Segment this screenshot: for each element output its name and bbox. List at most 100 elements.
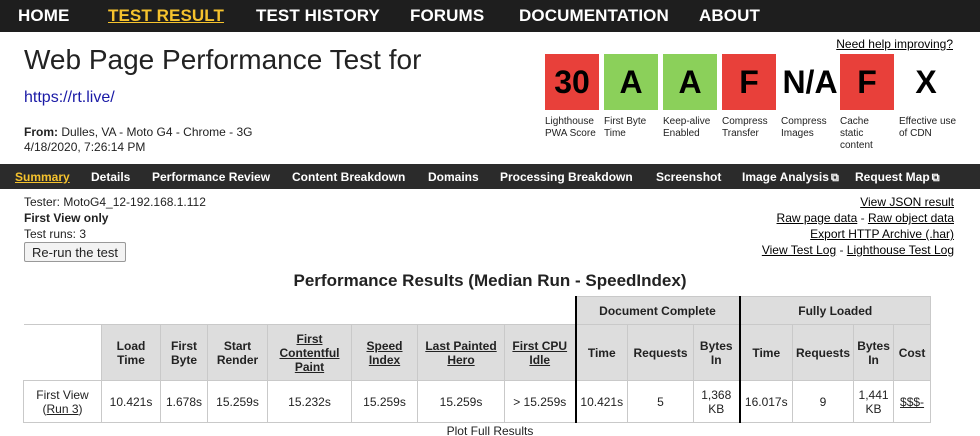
raw-object-data-link[interactable]: Raw object data (868, 211, 954, 225)
view-test-log-link[interactable]: View Test Log (762, 243, 836, 257)
rerun-test-button[interactable]: Re-run the test (24, 242, 126, 262)
cell-fl-bytes: 1,441 KB (853, 380, 895, 423)
view-json-link[interactable]: View JSON result (860, 195, 954, 209)
result-links: View JSON result Raw page data - Raw obj… (762, 194, 954, 258)
grade-label-first-byte: First Byte Time (604, 116, 647, 139)
col-cost: Cost (893, 324, 932, 381)
tab-performance-review[interactable]: Performance Review (152, 170, 270, 184)
cell-first-byte: 1.678s (160, 380, 208, 423)
tab-content-breakdown[interactable]: Content Breakdown (292, 170, 405, 184)
first-view-only: First View only (24, 211, 109, 225)
page-title: Web Page Performance Test for (24, 44, 422, 75)
grade-label-compress-transfer: Compress Transfer (722, 116, 768, 139)
col-dc-time: Time (574, 324, 628, 381)
plot-full-results-link[interactable]: Plot Full Results (0, 424, 980, 436)
col-speed-index-label[interactable]: Speed Index (366, 339, 402, 367)
tab-summary[interactable]: Summary (15, 170, 70, 184)
nav-about[interactable]: ABOUT (699, 6, 760, 26)
tester-info: Tester: MotoG4_12-192.168.1.112 (24, 195, 206, 209)
column-header-row: Load Time First Byte Start Render First … (23, 324, 932, 381)
from-label: From: (24, 125, 58, 139)
col-cpu-idle-label[interactable]: First CPU Idle (512, 339, 567, 367)
separator: - (836, 243, 847, 257)
test-date: 4/18/2020, 7:26:14 PM (24, 140, 146, 154)
tab-image-analysis[interactable]: Image Analysis ⧉ (742, 170, 839, 185)
cell-dc-requests: 5 (627, 380, 694, 423)
cell-cost[interactable]: $$$- (893, 380, 932, 423)
separator: - (857, 211, 868, 225)
run-link-wrap: (Run 3) (42, 401, 83, 416)
from-value: Dulles, VA - Moto G4 - Chrome - 3G (61, 125, 253, 139)
grade-label-keep-alive: Keep-alive Enabled (663, 116, 711, 139)
grade-label-cache-static: Cache static content (840, 116, 873, 151)
col-fl-bytes: Bytes In (853, 324, 895, 381)
tab-processing-breakdown[interactable]: Processing Breakdown (500, 170, 633, 184)
col-first-cpu-idle[interactable]: First CPU Idle (504, 324, 576, 381)
col-dc-requests: Requests (627, 324, 694, 381)
col-last-painted-hero[interactable]: Last Painted Hero (417, 324, 505, 381)
nav-test-history[interactable]: TEST HISTORY (256, 6, 380, 26)
table-row: First View (Run 3) 10.421s 1.678s 15.259… (23, 380, 932, 423)
tab-screenshot[interactable]: Screenshot (656, 170, 721, 184)
cell-fcp: 15.232s (267, 380, 352, 423)
col-start-render: Start Render (207, 324, 268, 381)
col-speed-index[interactable]: Speed Index (351, 324, 418, 381)
cell-start-render: 15.259s (207, 380, 268, 423)
col-fcp-label[interactable]: First Contentful Paint (280, 332, 340, 374)
cell-speed-index: 15.259s (351, 380, 418, 423)
export-har-link[interactable]: Export HTTP Archive (.har) (810, 227, 954, 241)
col-lph-label[interactable]: Last Painted Hero (425, 339, 496, 367)
tested-url-link[interactable]: https://rt.live/ (24, 89, 115, 107)
cost-link[interactable]: $$$- (900, 395, 924, 409)
blank-header (23, 296, 576, 325)
results-table: Document Complete Fully Loaded Load Time… (23, 296, 932, 423)
group-header-row: Document Complete Fully Loaded (23, 296, 932, 325)
run-link[interactable]: Run 3 (46, 402, 78, 416)
test-location: From: Dulles, VA - Moto G4 - Chrome - 3G (24, 125, 253, 139)
cell-fl-time: 16.017s (739, 380, 793, 423)
results-heading: Performance Results (Median Run - SpeedI… (293, 271, 687, 290)
nav-home[interactable]: HOME (18, 6, 69, 26)
cell-last-painted-hero: 15.259s (417, 380, 505, 423)
grade-keep-alive[interactable]: A (663, 54, 717, 110)
help-improving-link[interactable]: Need help improving? (836, 37, 953, 51)
grade-cdn[interactable]: X (899, 54, 953, 110)
cell-dc-time: 10.421s (574, 380, 628, 423)
group-fully-loaded: Fully Loaded (738, 296, 932, 325)
external-link-icon: ⧉ (931, 172, 940, 184)
tab-image-analysis-label: Image Analysis (742, 170, 829, 184)
grade-first-byte[interactable]: A (604, 54, 658, 110)
col-dc-bytes: Bytes In (693, 324, 741, 381)
col-first-contentful-paint[interactable]: First Contentful Paint (267, 324, 352, 381)
group-document-complete: Document Complete (574, 296, 741, 325)
col-fl-time: Time (739, 324, 793, 381)
external-link-icon: ⧉ (830, 172, 839, 184)
cell-load-time: 10.421s (101, 380, 161, 423)
col-load-time: Load Time (101, 324, 161, 381)
grade-label-cdn: Effective use of CDN (899, 116, 957, 139)
nav-forums[interactable]: FORUMS (410, 6, 484, 26)
grade-label-lighthouse-pwa: Lighthouse PWA Score (545, 116, 596, 139)
top-nav: HOME TEST RESULT TEST HISTORY FORUMS DOC… (0, 0, 980, 32)
cell-fl-requests: 9 (791, 380, 855, 423)
row-label-header (23, 324, 102, 381)
tab-request-map[interactable]: Request Map ⧉ (855, 170, 940, 185)
tab-request-map-label: Request Map (855, 170, 930, 184)
result-subnav: Summary Details Performance Review Conte… (0, 164, 980, 189)
lighthouse-test-log-link[interactable]: Lighthouse Test Log (847, 243, 954, 257)
test-runs: Test runs: 3 (24, 227, 87, 241)
tab-domains[interactable]: Domains (428, 170, 479, 184)
cell-first-cpu-idle: > 15.259s (504, 380, 576, 423)
grade-lighthouse-pwa[interactable]: 30 (545, 54, 599, 110)
raw-page-data-link[interactable]: Raw page data (777, 211, 858, 225)
col-first-byte: First Byte (160, 324, 208, 381)
tab-details[interactable]: Details (91, 170, 130, 184)
col-fl-requests: Requests (791, 324, 855, 381)
grade-cache-static[interactable]: F (840, 54, 894, 110)
row-label: First View (Run 3) (23, 380, 102, 423)
nav-documentation[interactable]: DOCUMENTATION (519, 6, 669, 26)
grade-compress-transfer[interactable]: F (722, 54, 776, 110)
row-label-first-view: First View (36, 387, 89, 402)
nav-test-result[interactable]: TEST RESULT (108, 6, 224, 26)
grade-compress-images[interactable]: N/A (781, 54, 839, 110)
